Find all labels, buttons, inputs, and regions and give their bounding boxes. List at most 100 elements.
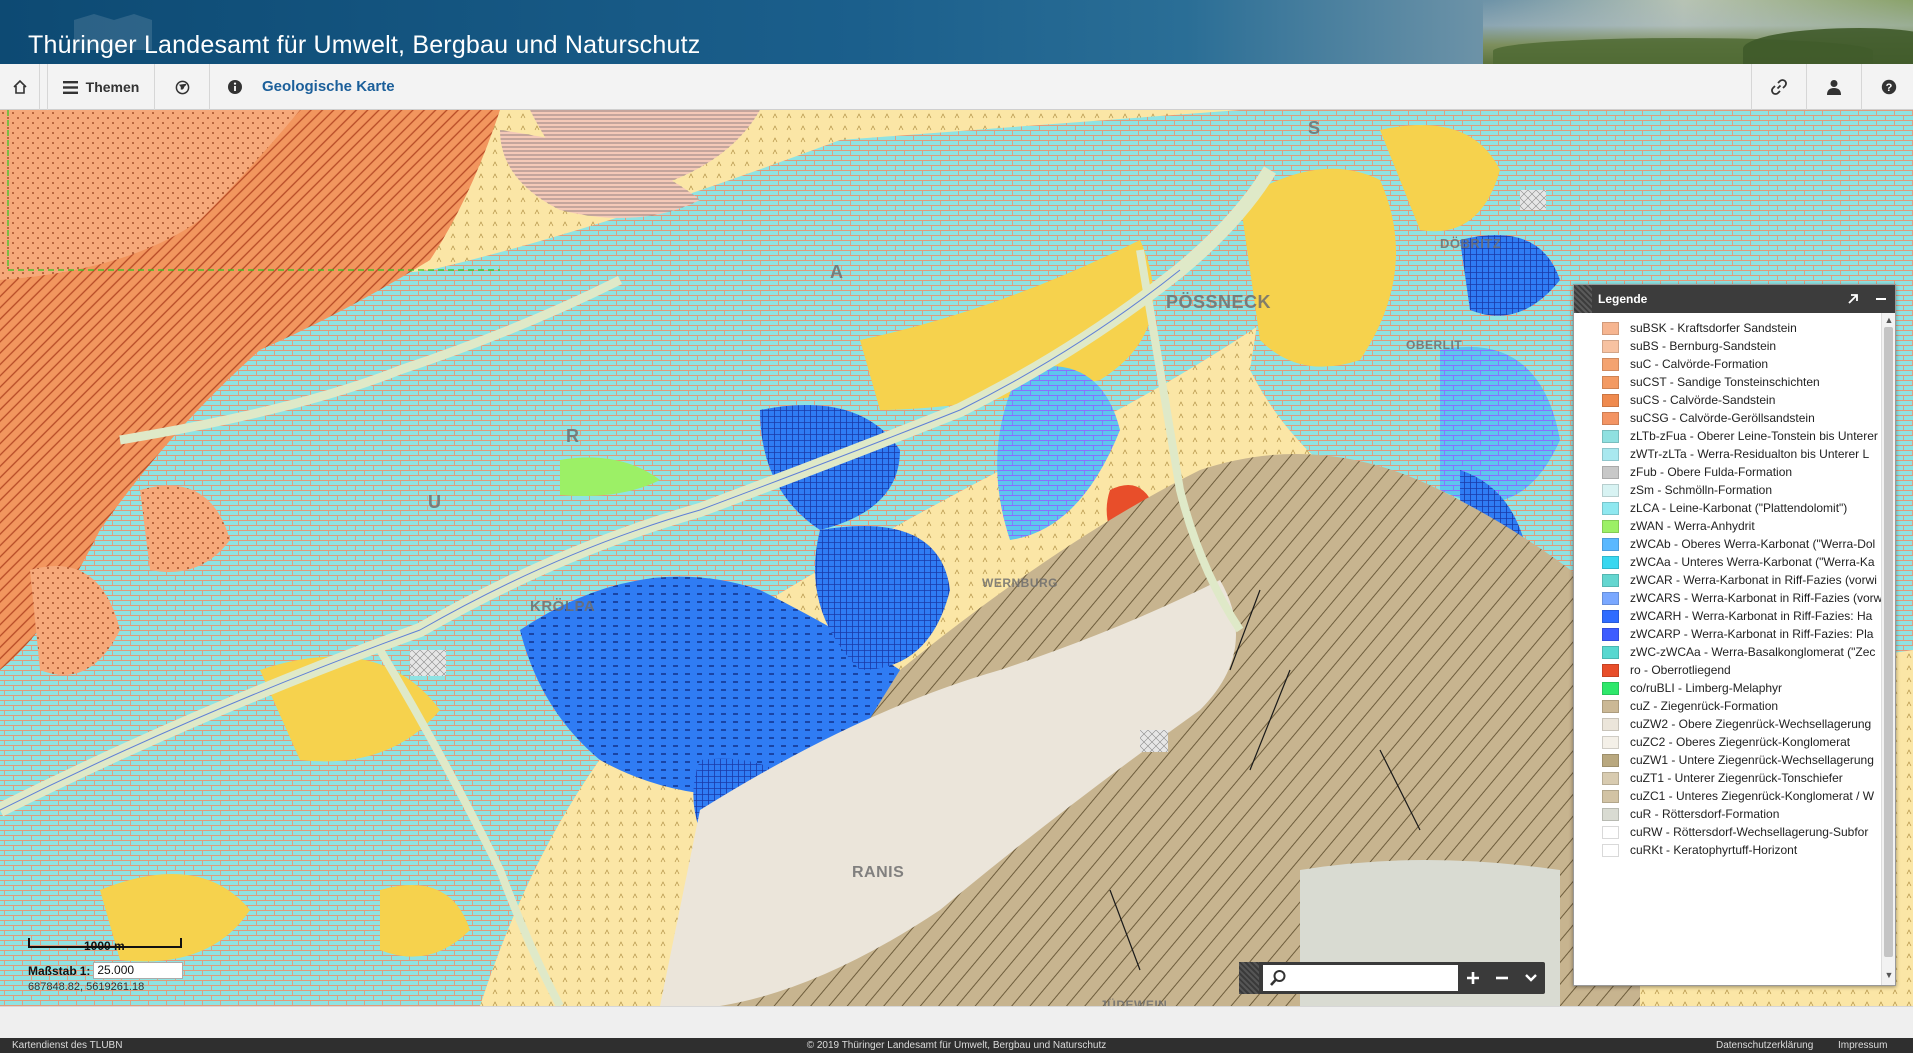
legend-item-label: zWAN - Werra-Anhydrit — [1630, 519, 1755, 533]
themen-label: Themen — [85, 79, 140, 95]
legend-swatch — [1602, 393, 1619, 407]
search-icon — [1269, 970, 1286, 986]
legend-swatch — [1602, 699, 1619, 713]
themen-button[interactable]: Themen — [47, 64, 155, 110]
legend-item-label: cuZT1 - Unterer Ziegenrück-Tonschiefer — [1630, 771, 1843, 785]
legend-swatch — [1602, 447, 1619, 461]
globe-button[interactable] — [155, 64, 210, 110]
place-label: RANIS — [852, 864, 905, 881]
legend-item-label: zLCA - Leine-Karbonat ("Plattendolomit") — [1630, 501, 1848, 515]
minimize-icon — [1876, 298, 1886, 300]
legend-item-label: cuRKt - Keratophyrtuff-Horizont — [1630, 843, 1798, 857]
legend-swatch — [1602, 537, 1619, 551]
legend-item-label: suC - Calvörde-Formation — [1630, 357, 1769, 371]
legend-item-label: cuZ - Ziegenrück-Formation — [1630, 699, 1779, 713]
legend-swatch — [1602, 555, 1619, 569]
legend-item-label: zWCARP - Werra-Karbonat in Riff-Fazies: … — [1630, 627, 1874, 641]
legend-scrollbar[interactable]: ▲ ▼ — [1881, 313, 1895, 985]
legend-swatch — [1602, 645, 1619, 659]
place-label: KRÖLPA — [530, 598, 596, 615]
legend-item-label: cuZC1 - Unteres Ziegenrück-Konglomerat /… — [1630, 789, 1875, 803]
legend-item-label: zSm - Schmölln-Formation — [1630, 483, 1773, 497]
svg-text:?: ? — [1886, 82, 1893, 94]
legend-header[interactable]: Legende — [1574, 285, 1895, 313]
drag-handle[interactable] — [1239, 962, 1259, 994]
place-label: S — [1308, 118, 1321, 138]
legend-item-label: suCSG - Calvörde-Geröllsandstein — [1630, 411, 1815, 425]
legend-swatch — [1602, 483, 1619, 497]
legend-swatch — [1602, 411, 1619, 425]
imprint-link[interactable]: Impressum — [1838, 1040, 1887, 1051]
footer: Kartendienst des TLUBN © 2019 Thüringer … — [0, 1038, 1913, 1053]
legend-item-label: zLTb-zFua - Oberer Leine-Tonstein bis Un… — [1630, 429, 1878, 443]
legend-item-label: zWC-zWCAa - Werra-Basalkonglomerat ("Zec — [1630, 645, 1876, 659]
legend-swatch — [1602, 807, 1619, 821]
scale-control: Maßstab 1: 25.000 — [28, 962, 184, 979]
external-link-icon — [1848, 294, 1858, 304]
legend-swatch — [1602, 465, 1619, 479]
home-button[interactable] — [0, 64, 40, 110]
link-button[interactable] — [1751, 64, 1806, 110]
zoom-in-button[interactable] — [1458, 962, 1487, 994]
legend-item-label: zFub - Obere Fulda-Formation — [1630, 465, 1793, 479]
user-icon — [1827, 80, 1841, 95]
legend-list[interactable]: suBSK - Kraftsdorfer Sandstein suBS - Ber… — [1574, 313, 1882, 985]
legend-swatch — [1602, 321, 1619, 335]
help-button[interactable]: ? — [1861, 64, 1913, 110]
legend-swatch — [1602, 753, 1619, 767]
legend-swatch — [1602, 825, 1619, 839]
place-label: U — [428, 492, 442, 512]
legend-swatch — [1602, 717, 1619, 731]
legend-item-label: zWCAb - Oberes Werra-Karbonat ("Werra-Do… — [1630, 537, 1876, 551]
legend-item-label: suCST - Sandige Tonsteinschichten — [1630, 375, 1820, 389]
globe-icon — [175, 80, 189, 94]
legend-item-label: zWCAR - Werra-Karbonat in Riff-Fazies (v… — [1630, 573, 1877, 587]
massstab-input[interactable]: 25.000 — [93, 962, 184, 979]
search-input[interactable] — [1262, 965, 1459, 991]
legend-swatch — [1602, 501, 1619, 515]
expand-button[interactable] — [1516, 962, 1545, 994]
chevron-down-icon — [1524, 974, 1537, 982]
legend-item-label: zWCARS - Werra-Karbonat in Riff-Fazies (… — [1630, 591, 1882, 605]
minus-icon — [1495, 976, 1508, 980]
header-title: Thüringer Landesamt für Umwelt, Bergbau … — [28, 31, 701, 59]
legend-panel: Legende suBSK - Kraftsdorfer Sandstein su… — [1573, 284, 1896, 986]
place-label: DÖBRITZ — [1440, 236, 1502, 251]
legend-swatch — [1602, 609, 1619, 623]
scroll-down-icon[interactable]: ▼ — [1884, 970, 1894, 980]
place-label: WERNBURG — [982, 576, 1058, 590]
legend-popout-button[interactable] — [1839, 293, 1867, 305]
massstab-prefix: 1: — [79, 963, 91, 978]
legend-item-label: cuRW - Röttersdorf-Wechsellagerung-Subfo… — [1630, 825, 1869, 839]
place-label: A — [830, 262, 844, 282]
drag-handle[interactable] — [1574, 285, 1592, 313]
legend-item-label: cuZW1 - Untere Ziegenrück-Wechsellagerun… — [1630, 753, 1874, 767]
legend-item-label: suBSK - Kraftsdorfer Sandstein — [1630, 321, 1797, 335]
info-icon — [228, 80, 242, 94]
legend-swatch — [1602, 375, 1619, 389]
user-button[interactable] — [1806, 64, 1861, 110]
legend-swatch — [1602, 789, 1619, 803]
plus-icon — [1466, 972, 1479, 984]
map-title: Geologische Karte — [262, 78, 395, 95]
privacy-link[interactable]: Datenschutzerklärung — [1716, 1040, 1813, 1051]
scrollbar-thumb[interactable] — [1884, 327, 1893, 957]
scroll-up-icon[interactable]: ▲ — [1884, 315, 1894, 325]
legend-swatch — [1602, 843, 1619, 857]
legend-item-label: cuZC2 - Oberes Ziegenrück-Konglomerat — [1630, 735, 1851, 749]
menu-icon — [62, 80, 78, 94]
legend-minimize-button[interactable] — [1867, 293, 1895, 305]
zoom-out-button[interactable] — [1487, 962, 1516, 994]
legend-swatch — [1602, 573, 1619, 587]
place-label: PÖSSNECK — [1166, 292, 1272, 312]
legend-item-label: cuR - Röttersdorf-Formation — [1630, 807, 1780, 821]
legend-item-label: zWTr-zLTa - Werra-Residualton bis Untere… — [1630, 447, 1870, 461]
legend-swatch — [1602, 681, 1619, 695]
massstab-label: Maßstab — [28, 963, 77, 978]
legend-swatch — [1602, 591, 1619, 605]
info-button[interactable] — [210, 64, 260, 110]
toolbar: Themen Geologische Karte ? — [0, 64, 1913, 110]
mouse-coordinates: 687848.82, 5619261.18 — [28, 981, 145, 993]
header-banner: Thüringer Landesamt für Umwelt, Bergbau … — [0, 0, 1913, 64]
legend-swatch — [1602, 627, 1619, 641]
